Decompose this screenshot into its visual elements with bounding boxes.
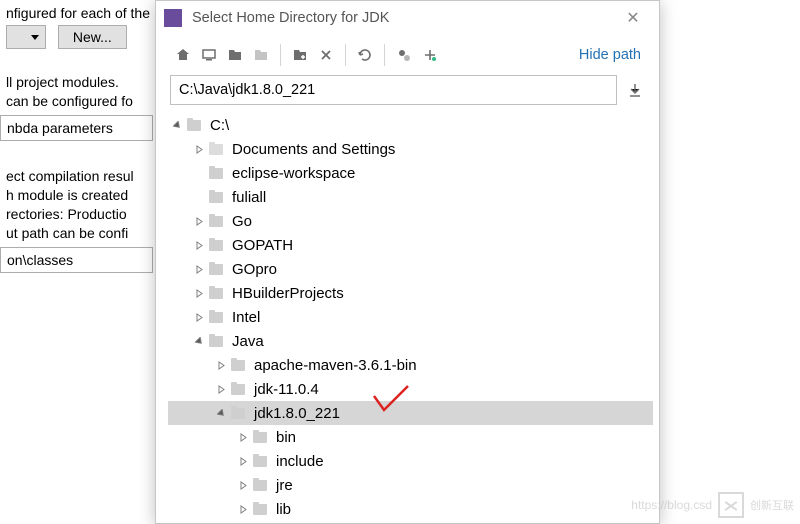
close-button[interactable]: ✕ [615, 8, 651, 28]
folder-icon [252, 501, 270, 515]
tree-node-label: fuliall [232, 189, 266, 206]
tree-node-label: Java [232, 333, 264, 350]
tree-area: C:\ Documents and Settings eclipse-works… [168, 113, 653, 515]
tree-node-label: GOpro [232, 261, 277, 278]
watermark-brand: 创新互联 [750, 497, 794, 513]
tree-node-label: jre [276, 477, 293, 494]
expand-arrow-icon[interactable] [190, 265, 208, 274]
tree-node-label: Go [232, 213, 252, 230]
tree-node-label: GOPATH [232, 237, 293, 254]
hide-path-link[interactable]: Hide path [579, 47, 647, 63]
folder-icon [208, 165, 226, 181]
tree-node[interactable]: bin [168, 425, 653, 449]
titlebar: Select Home Directory for JDK ✕ [156, 1, 659, 35]
folder-icon [208, 309, 226, 325]
tree-node-label: HBuilderProjects [232, 285, 344, 302]
app-icon [164, 9, 182, 27]
folder-icon [208, 261, 226, 277]
tree-node-label: Intel [232, 309, 260, 326]
bg-input[interactable]: nbda parameters [0, 115, 153, 141]
watermark-logo [718, 492, 744, 518]
expand-icon[interactable] [417, 42, 443, 68]
expand-arrow-icon[interactable] [234, 457, 252, 466]
folder-icon [208, 285, 226, 301]
expand-arrow-icon[interactable] [190, 337, 208, 346]
tree-node[interactable]: HBuilderProjects [168, 281, 653, 305]
tree-node[interactable]: include [168, 449, 653, 473]
folder-icon [230, 357, 248, 373]
expand-arrow-icon[interactable] [190, 241, 208, 250]
folder-icon [208, 141, 226, 157]
project-icon[interactable] [222, 42, 248, 68]
expand-arrow-icon[interactable] [168, 121, 186, 130]
expand-arrow-icon[interactable] [234, 505, 252, 514]
tree-node-label: jdk1.8.0_221 [254, 405, 340, 422]
folder-icon [208, 237, 226, 253]
tree-node[interactable]: apache-maven-3.6.1-bin [168, 353, 653, 377]
tree-node-label: bin [276, 429, 296, 446]
tree-node-label: eclipse-workspace [232, 165, 355, 182]
folder-icon [252, 453, 270, 469]
tree-node[interactable]: eclipse-workspace [168, 161, 653, 185]
tree-node[interactable]: lib [168, 497, 653, 515]
tree-node[interactable]: jre [168, 473, 653, 497]
tree-node-label: Documents and Settings [232, 141, 395, 158]
folder-icon [208, 189, 226, 205]
tree-node[interactable]: Java [168, 329, 653, 353]
expand-arrow-icon[interactable] [212, 361, 230, 370]
jdk-select-dialog: Select Home Directory for JDK ✕ Hide pat… [155, 0, 660, 524]
folder-icon [186, 117, 204, 133]
expand-arrow-icon[interactable] [212, 385, 230, 394]
toolbar: Hide path [156, 35, 659, 75]
tree-scroll[interactable]: C:\ Documents and Settings eclipse-works… [168, 113, 653, 515]
tree-node[interactable]: jdk-11.0.4 [168, 377, 653, 401]
tree-node[interactable]: Go [168, 209, 653, 233]
expand-arrow-icon[interactable] [234, 433, 252, 442]
expand-arrow-icon[interactable] [234, 481, 252, 490]
tree-node[interactable]: GOPATH [168, 233, 653, 257]
tree-node[interactable]: Documents and Settings [168, 137, 653, 161]
expand-arrow-icon[interactable] [190, 313, 208, 322]
expand-arrow-icon[interactable] [190, 217, 208, 226]
expand-arrow-icon[interactable] [212, 409, 230, 418]
tree-node-label: apache-maven-3.6.1-bin [254, 357, 417, 374]
watermark: https://blog.csd 创新互联 [631, 492, 794, 518]
bg-input[interactable]: on\classes [0, 247, 153, 273]
expand-arrow-icon[interactable] [190, 145, 208, 154]
folder-icon [208, 333, 226, 349]
separator [280, 44, 281, 66]
tree-node[interactable]: GOpro [168, 257, 653, 281]
tree-node-label: jdk-11.0.4 [254, 381, 319, 398]
new-folder-icon[interactable] [287, 42, 313, 68]
path-input[interactable] [170, 75, 617, 105]
tree-node[interactable]: fuliall [168, 185, 653, 209]
tree-node[interactable]: jdk1.8.0_221 [168, 401, 653, 425]
tree-node[interactable]: C:\ [168, 113, 653, 137]
tree-node-label: include [276, 453, 324, 470]
separator [345, 44, 346, 66]
folder-icon [208, 213, 226, 229]
refresh-icon[interactable] [352, 42, 378, 68]
history-icon[interactable] [623, 75, 647, 105]
tree-node[interactable]: Intel [168, 305, 653, 329]
separator [384, 44, 385, 66]
folder-icon [252, 477, 270, 493]
bg-dropdown[interactable] [6, 25, 46, 49]
dialog-title: Select Home Directory for JDK [192, 10, 615, 26]
new-button[interactable]: New... [58, 25, 127, 49]
home-icon[interactable] [170, 42, 196, 68]
path-row [156, 75, 659, 113]
module-icon [248, 42, 274, 68]
folder-icon [230, 381, 248, 397]
folder-icon [230, 405, 248, 421]
expand-arrow-icon[interactable] [190, 289, 208, 298]
show-hidden-icon[interactable] [391, 42, 417, 68]
tree-node-label: lib [276, 501, 291, 516]
desktop-icon[interactable] [196, 42, 222, 68]
tree-node-label: C:\ [210, 117, 229, 134]
folder-icon [252, 429, 270, 445]
watermark-url: https://blog.csd [631, 498, 712, 512]
delete-icon[interactable] [313, 42, 339, 68]
